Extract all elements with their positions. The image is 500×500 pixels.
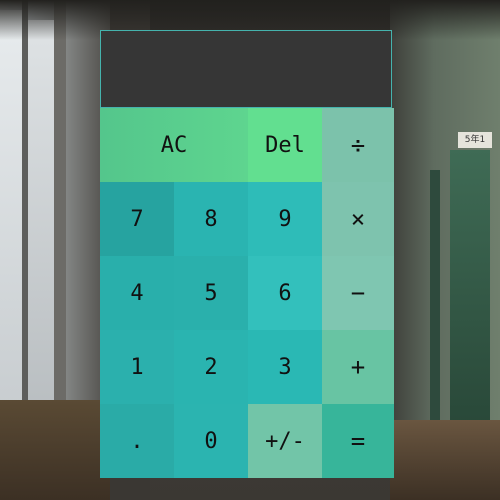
negate-button[interactable]: +/-: [248, 404, 322, 478]
divide-button[interactable]: ÷: [322, 108, 394, 182]
decimal-point-button[interactable]: .: [100, 404, 174, 478]
digit-7-button[interactable]: 7: [100, 182, 174, 256]
digit-8-button[interactable]: 8: [174, 182, 248, 256]
subtract-button[interactable]: −: [322, 256, 394, 330]
equals-button[interactable]: =: [322, 404, 394, 478]
background-door: [450, 150, 490, 450]
digit-9-button[interactable]: 9: [248, 182, 322, 256]
digit-0-button[interactable]: 0: [174, 404, 248, 478]
background-window: [28, 20, 54, 410]
digit-4-button[interactable]: 4: [100, 256, 174, 330]
background-floor: [0, 400, 110, 500]
delete-button[interactable]: Del: [248, 108, 322, 182]
clear-button[interactable]: AC: [100, 108, 248, 182]
calculator-display: [100, 30, 392, 108]
digit-5-button[interactable]: 5: [174, 256, 248, 330]
multiply-button[interactable]: ×: [322, 182, 394, 256]
digit-6-button[interactable]: 6: [248, 256, 322, 330]
background-window-frame: [54, 0, 66, 420]
add-button[interactable]: +: [322, 330, 394, 404]
calculator: AC Del ÷ 7 8 9 × 4 5 6 − 1 2 3 + . 0 +/-…: [100, 30, 394, 478]
background-classroom-sign: 5年1: [458, 132, 492, 148]
digit-1-button[interactable]: 1: [100, 330, 174, 404]
background-window: [0, 10, 22, 420]
background-window-frame: [22, 0, 28, 420]
background-door-frame: [430, 170, 440, 450]
background-floor: [390, 420, 500, 500]
digit-3-button[interactable]: 3: [248, 330, 322, 404]
digit-2-button[interactable]: 2: [174, 330, 248, 404]
